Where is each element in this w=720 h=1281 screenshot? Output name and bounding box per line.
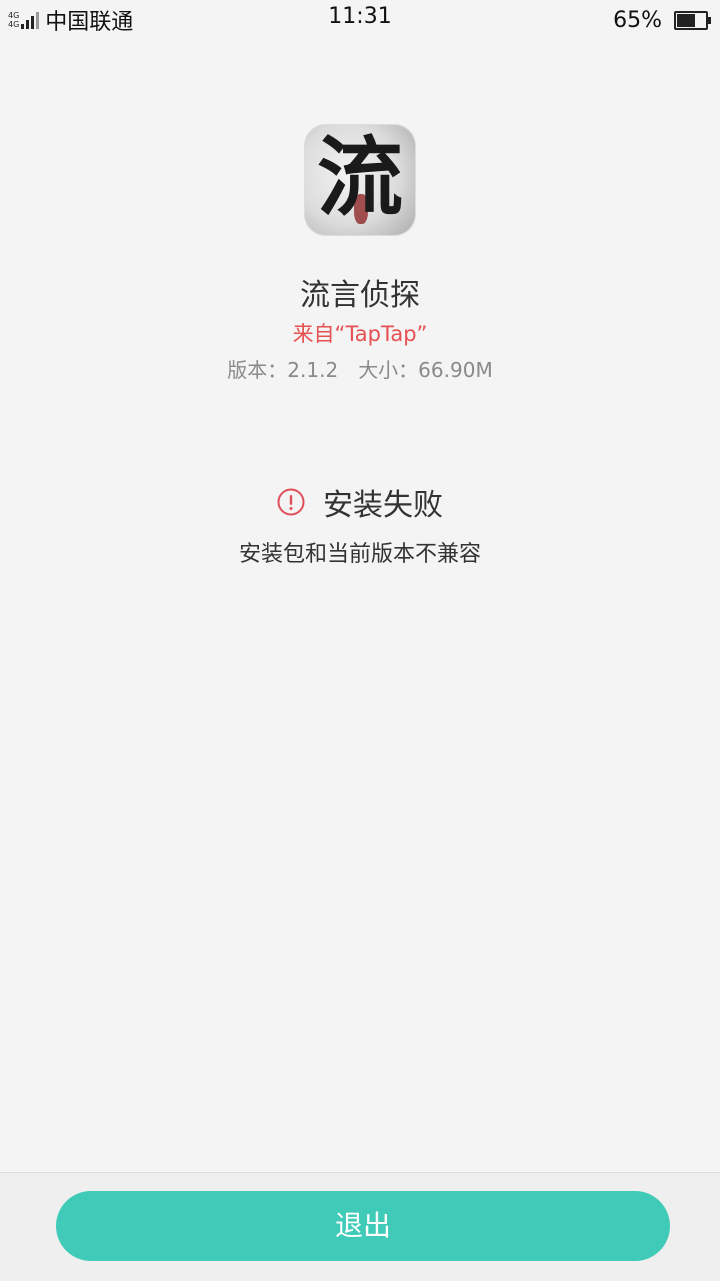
battery-percentage: 65%	[613, 7, 662, 33]
app-source: 来自“TapTap”	[292, 322, 428, 346]
status-time: 11:31	[328, 4, 392, 29]
app-icon: 流	[304, 124, 416, 236]
battery-icon	[674, 10, 711, 30]
app-size: 大小：66.90M	[358, 358, 493, 382]
app-name: 流言侦探	[300, 278, 420, 313]
install-failed-title: 安装失败	[323, 488, 443, 523]
bottom-action-area: 退出	[0, 1172, 720, 1281]
status-bar: 4G 4G 中国联通 11:31 65%	[0, 0, 720, 40]
exit-button[interactable]: 退出	[56, 1191, 670, 1261]
alert-circle-icon	[277, 488, 305, 516]
app-icon-glyph: 流	[317, 127, 403, 228]
status-right: 65%	[613, 4, 711, 36]
battery-level-fill	[677, 13, 695, 27]
install-result: 安装失败	[0, 480, 720, 524]
install-failed-reason: 安装包和当前版本不兼容	[238, 542, 481, 567]
app-meta: 版本：2.1.2 大小：66.90M	[0, 354, 720, 383]
app-version: 版本：2.1.2	[227, 358, 339, 382]
